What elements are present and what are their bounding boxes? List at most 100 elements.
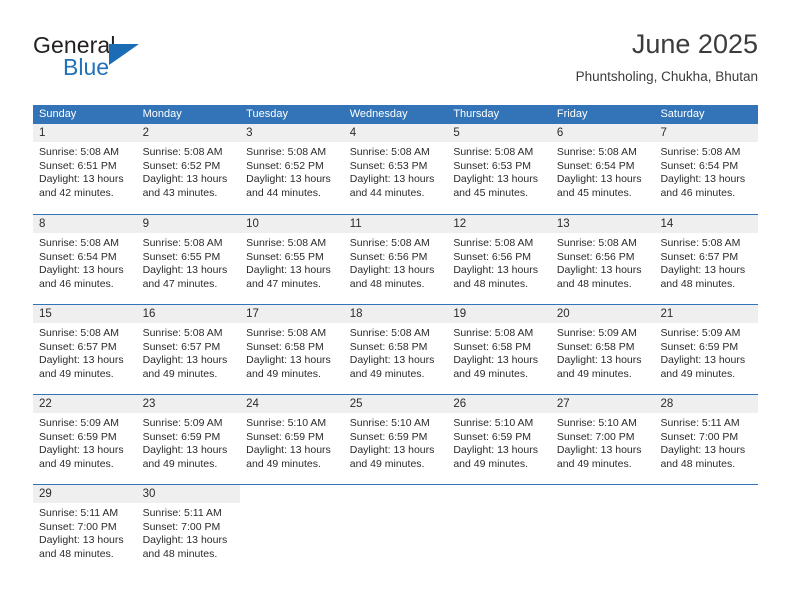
- sunset-text: Sunset: 6:57 PM: [660, 250, 739, 263]
- sunset-text: Sunset: 6:55 PM: [142, 250, 221, 263]
- calendar-day-cell[interactable]: 6 Sunrise: 5:08 AM Sunset: 6:54 PM Daylight…: [550, 124, 655, 214]
- daylight-text-line1: Daylight: 13 hours: [39, 534, 124, 547]
- calendar-day-cell[interactable]: 27 Sunrise: 5:10 AM Sunset: 7:00 PM Dayligh…: [550, 395, 655, 484]
- sunrise-text: Sunrise: 5:08 AM: [246, 237, 327, 249]
- calendar-day-cell[interactable]: 7 Sunrise: 5:08 AM Sunset: 6:54 PM Daylight…: [654, 124, 759, 214]
- calendar-day-cell[interactable]: 30 Sunrise: 5:11 AM Sunset: 7:00 PM Dayligh…: [136, 485, 241, 574]
- general-blue-logo[interactable]: General Blue: [33, 32, 233, 88]
- location-subtitle: Phuntsholing, Chukha, Bhutan: [575, 69, 758, 84]
- calendar-day-cell[interactable]: 13 Sunrise: 5:08 AM Sunset: 6:56 PM Dayligh…: [550, 215, 655, 304]
- sunrise-text: Sunrise: 5:09 AM: [39, 417, 119, 429]
- day-number: 2: [136, 124, 241, 142]
- sunset-text: Sunset: 6:53 PM: [453, 159, 531, 172]
- calendar-day-cell[interactable]: 3 Sunrise: 5:08 AM Sunset: 6:52 PM Daylight…: [240, 124, 344, 214]
- calendar-day-cell[interactable]: 9 Sunrise: 5:08 AM Sunset: 6:55 PM Daylight…: [136, 215, 241, 304]
- calendar-week-row: 8 Sunrise: 5:08 AM Sunset: 6:54 PM Daylight…: [33, 214, 759, 304]
- calendar-day-cell[interactable]: 4 Sunrise: 5:08 AM Sunset: 6:53 PM Daylight…: [343, 124, 448, 214]
- daylight-text-line2: and 49 minutes.: [556, 367, 632, 380]
- sunset-text: Sunset: 6:56 PM: [453, 250, 531, 263]
- calendar-day-cell[interactable]: 12 Sunrise: 5:08 AM Sunset: 6:56 PM Dayligh…: [447, 215, 551, 304]
- day-sun-info: Sunrise: 5:11 AM Sunset: 7:00 PM Daylight:…: [654, 413, 758, 471]
- sunrise-text: Sunrise: 5:08 AM: [246, 146, 327, 158]
- sunrise-text: Sunrise: 5:11 AM: [660, 417, 740, 429]
- daylight-text-line2: and 43 minutes.: [142, 186, 218, 199]
- day-number: 27: [550, 395, 655, 413]
- day-number: 9: [136, 215, 241, 233]
- calendar-weeks: 1 Sunrise: 5:08 AM Sunset: 6:51 PM Daylight…: [33, 124, 759, 574]
- daylight-text-line1: Daylight: 13 hours: [556, 173, 642, 186]
- sunrise-text: Sunrise: 5:08 AM: [349, 146, 430, 158]
- daylight-text-line2: and 49 minutes.: [39, 367, 114, 380]
- sunset-text: Sunset: 6:58 PM: [246, 340, 324, 353]
- day-sun-info: Sunrise: 5:08 AM Sunset: 6:56 PM Daylight:…: [344, 233, 448, 291]
- daylight-text-line2: and 46 minutes.: [39, 277, 114, 290]
- calendar-day-cell[interactable]: 29 Sunrise: 5:11 AM Sunset: 7:00 PM Dayligh…: [33, 485, 137, 574]
- calendar-day-cell[interactable]: 26 Sunrise: 5:10 AM Sunset: 6:59 PM Dayligh…: [447, 395, 551, 484]
- daylight-text-line1: Daylight: 13 hours: [349, 173, 435, 186]
- day-sun-info: Sunrise: 5:08 AM Sunset: 6:57 PM Daylight:…: [33, 323, 137, 381]
- calendar-week-row: 1 Sunrise: 5:08 AM Sunset: 6:51 PM Daylight…: [33, 124, 759, 214]
- daylight-text-line2: and 42 minutes.: [39, 186, 114, 199]
- daylight-text-line2: and 49 minutes.: [453, 367, 529, 380]
- calendar-day-cell[interactable]: 22 Sunrise: 5:09 AM Sunset: 6:59 PM Dayligh…: [33, 395, 137, 484]
- title-block: June 2025 Phuntsholing, Chukha, Bhutan: [576, 28, 758, 85]
- sunset-text: Sunset: 7:00 PM: [142, 520, 221, 533]
- day-number: 12: [447, 215, 551, 233]
- sunset-text: Sunset: 6:56 PM: [349, 250, 428, 263]
- day-number: 22: [33, 395, 137, 413]
- calendar-day-cell[interactable]: 28 Sunrise: 5:11 AM Sunset: 7:00 PM Dayligh…: [654, 395, 759, 484]
- daylight-text-line2: and 49 minutes.: [142, 457, 218, 470]
- calendar-day-cell[interactable]: 10 Sunrise: 5:08 AM Sunset: 6:55 PM Dayligh…: [240, 215, 344, 304]
- calendar-day-cell[interactable]: 5 Sunrise: 5:08 AM Sunset: 6:53 PM Daylight…: [447, 124, 551, 214]
- calendar-day-cell[interactable]: 8 Sunrise: 5:08 AM Sunset: 6:54 PM Daylight…: [33, 215, 137, 304]
- daylight-text-line2: and 45 minutes.: [453, 186, 529, 199]
- sunset-text: Sunset: 6:58 PM: [453, 340, 531, 353]
- daylight-text-line2: and 49 minutes.: [349, 367, 425, 380]
- sunrise-text: Sunrise: 5:11 AM: [39, 507, 119, 519]
- calendar-day-cell[interactable]: 2 Sunrise: 5:08 AM Sunset: 6:52 PM Daylight…: [136, 124, 241, 214]
- daylight-text-line2: and 46 minutes.: [660, 186, 736, 199]
- day-number: 14: [654, 215, 759, 233]
- calendar-day-cell[interactable]: 25 Sunrise: 5:10 AM Sunset: 6:59 PM Dayligh…: [343, 395, 448, 484]
- day-sun-info: Sunrise: 5:10 AM Sunset: 6:59 PM Daylight:…: [447, 413, 551, 471]
- calendar-day-cell[interactable]: 1 Sunrise: 5:08 AM Sunset: 6:51 PM Daylight…: [33, 124, 137, 214]
- day-sun-info: Sunrise: 5:08 AM Sunset: 6:54 PM Daylight:…: [33, 233, 137, 291]
- calendar-day-cell[interactable]: 17 Sunrise: 5:08 AM Sunset: 6:58 PM Dayligh…: [240, 305, 344, 394]
- daylight-text-line1: Daylight: 13 hours: [142, 354, 228, 367]
- calendar-day-cell[interactable]: 19 Sunrise: 5:08 AM Sunset: 6:58 PM Dayligh…: [447, 305, 551, 394]
- sunset-text: Sunset: 6:54 PM: [556, 159, 635, 172]
- daylight-text-line1: Daylight: 13 hours: [142, 534, 228, 547]
- calendar-day-cell[interactable]: 18 Sunrise: 5:08 AM Sunset: 6:58 PM Dayligh…: [343, 305, 448, 394]
- sunset-text: Sunset: 6:57 PM: [39, 340, 117, 353]
- calendar-day-cell[interactable]: 11 Sunrise: 5:08 AM Sunset: 6:56 PM Dayligh…: [343, 215, 448, 304]
- sunrise-text: Sunrise: 5:08 AM: [39, 237, 119, 249]
- calendar-day-cell[interactable]: 14 Sunrise: 5:08 AM Sunset: 6:57 PM Dayligh…: [654, 215, 759, 304]
- daylight-text-line1: Daylight: 13 hours: [142, 444, 228, 457]
- daylight-text-line1: Daylight: 13 hours: [39, 444, 124, 457]
- calendar-week-row: 15 Sunrise: 5:08 AM Sunset: 6:57 PM Dayligh…: [33, 304, 759, 394]
- calendar-day-cell[interactable]: 15 Sunrise: 5:08 AM Sunset: 6:57 PM Dayligh…: [33, 305, 137, 394]
- weekday-header-friday: Friday: [556, 108, 588, 120]
- day-sun-info: Sunrise: 5:08 AM Sunset: 6:52 PM Daylight:…: [137, 142, 241, 200]
- page-title: June 2025: [631, 29, 758, 59]
- daylight-text-line1: Daylight: 13 hours: [349, 264, 435, 277]
- calendar-empty-cell: [240, 485, 344, 574]
- day-sun-info: Sunrise: 5:11 AM Sunset: 7:00 PM Daylight:…: [33, 503, 137, 561]
- day-sun-info: Sunrise: 5:08 AM Sunset: 6:55 PM Daylight:…: [240, 233, 344, 291]
- day-number: 24: [240, 395, 344, 413]
- sunrise-text: Sunrise: 5:10 AM: [556, 417, 637, 429]
- sunset-text: Sunset: 6:59 PM: [660, 340, 739, 353]
- daylight-text-line2: and 48 minutes.: [660, 457, 736, 470]
- calendar-day-cell[interactable]: 20 Sunrise: 5:09 AM Sunset: 6:58 PM Dayligh…: [550, 305, 655, 394]
- sunrise-text: Sunrise: 5:08 AM: [142, 327, 223, 339]
- calendar-day-cell[interactable]: 24 Sunrise: 5:10 AM Sunset: 6:59 PM Dayligh…: [240, 395, 344, 484]
- daylight-text-line1: Daylight: 13 hours: [453, 264, 538, 277]
- weekday-header-wednesday: Wednesday: [349, 108, 408, 120]
- daylight-text-line2: and 48 minutes.: [556, 277, 632, 290]
- sunset-text: Sunset: 6:58 PM: [349, 340, 428, 353]
- daylight-text-line1: Daylight: 13 hours: [246, 173, 331, 186]
- calendar-day-cell[interactable]: 23 Sunrise: 5:09 AM Sunset: 6:59 PM Dayligh…: [136, 395, 241, 484]
- calendar-day-cell[interactable]: 21 Sunrise: 5:09 AM Sunset: 6:59 PM Dayligh…: [654, 305, 759, 394]
- weekday-header-row: Sunday Monday Tuesday Wednesday Thursday Frid…: [33, 105, 758, 124]
- calendar-day-cell[interactable]: 16 Sunrise: 5:08 AM Sunset: 6:57 PM Dayligh…: [136, 305, 241, 394]
